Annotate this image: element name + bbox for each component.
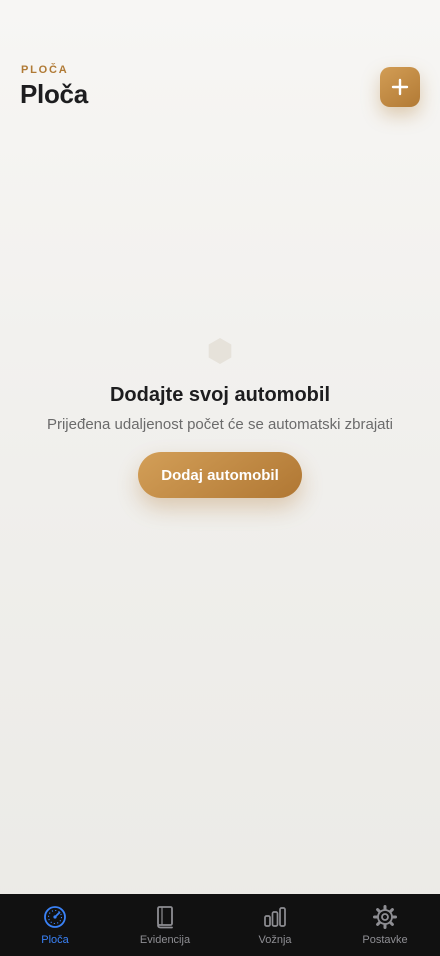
- empty-state-subtitle: Prijeđena udaljenost počet će se automat…: [46, 416, 394, 433]
- tab-label: Postavke: [362, 934, 408, 946]
- bar-chart-icon: [264, 907, 286, 927]
- hexagon-icon: [208, 338, 232, 364]
- tab-voznja[interactable]: Vožnja: [220, 894, 330, 956]
- page-overline: PLOČA: [21, 64, 69, 76]
- empty-state-title: Dodajte svoj automobil: [109, 384, 331, 406]
- tab-postavke[interactable]: Postavke: [330, 894, 440, 956]
- tab-evidencija[interactable]: Evidencija: [110, 894, 220, 956]
- tab-ploca[interactable]: Ploča: [0, 894, 110, 956]
- plus-icon: [391, 78, 409, 96]
- tab-label: Ploča: [41, 934, 69, 946]
- add-button[interactable]: [380, 67, 420, 107]
- speedometer-icon: [44, 906, 66, 928]
- page-title: Ploča: [20, 79, 88, 109]
- tab-label: Evidencija: [139, 934, 191, 946]
- tab-bar: Ploča Evidencija Vožnja Postavke: [0, 894, 440, 956]
- book-icon: [157, 906, 173, 929]
- gear-icon: [373, 905, 397, 929]
- add-car-button[interactable]: Dodaj automobil: [138, 452, 302, 498]
- tab-label: Vožnja: [258, 934, 292, 946]
